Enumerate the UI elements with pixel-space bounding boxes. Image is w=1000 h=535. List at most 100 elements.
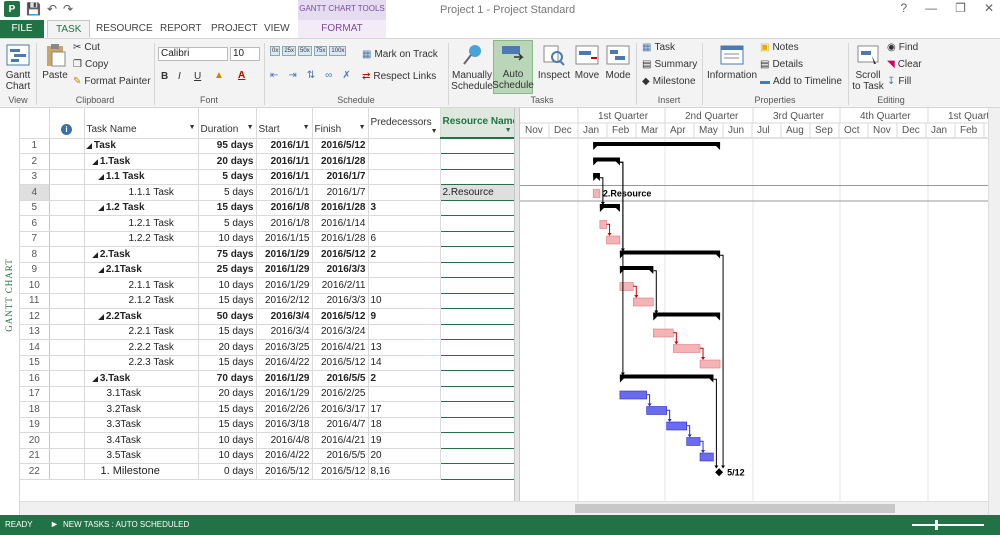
- row-number[interactable]: 12: [20, 308, 50, 325]
- fill-button[interactable]: ↧ Fill: [887, 76, 911, 87]
- duration-cell[interactable]: 10 days: [198, 277, 257, 294]
- task-name-cell[interactable]: 1. Milestone: [84, 463, 199, 480]
- font-name-select[interactable]: Calibri: [158, 47, 228, 61]
- indicator-cell[interactable]: [49, 339, 85, 356]
- table-row[interactable]: 12 ◢ 2.2Task 50 days 2016/3/4 2016/5/12 9: [20, 308, 514, 325]
- table-row[interactable]: 1 ◢ Task 95 days 2016/1/1 2016/5/12: [20, 137, 514, 154]
- insert-task-button[interactable]: ▦ Task: [642, 42, 675, 53]
- start-cell[interactable]: 2016/2/12: [256, 293, 313, 309]
- predecessors-cell[interactable]: 6: [368, 231, 441, 247]
- start-cell[interactable]: 2016/1/1: [256, 138, 313, 154]
- indicator-cell[interactable]: [49, 370, 85, 387]
- select-all-corner[interactable]: [20, 108, 50, 139]
- row-number[interactable]: 6: [20, 215, 50, 232]
- task-name-cell[interactable]: 2.2.3 Task: [84, 355, 199, 371]
- start-cell[interactable]: 2016/1/29: [256, 277, 313, 294]
- indicator-cell[interactable]: [49, 246, 85, 263]
- indicator-cell[interactable]: [49, 138, 85, 154]
- duration-cell[interactable]: 20 days: [198, 386, 257, 402]
- indicator-cell[interactable]: [49, 324, 85, 340]
- indicator-cell[interactable]: [49, 293, 85, 309]
- task-mode-status[interactable]: NEW TASKS : AUTO SCHEDULED: [63, 520, 189, 529]
- tab-task[interactable]: TASK: [47, 20, 91, 38]
- pct-75-button[interactable]: 75x: [313, 46, 328, 56]
- finish-cell[interactable]: 2016/1/28: [312, 153, 369, 170]
- finish-cell[interactable]: 2016/3/3: [312, 293, 369, 309]
- help-button[interactable]: ?: [900, 1, 907, 15]
- indicator-cell[interactable]: [49, 386, 85, 402]
- predecessors-cell[interactable]: 9: [368, 308, 441, 325]
- table-row[interactable]: 21 3.5Task 10 days 2016/4/22 2016/5/5 20: [20, 447, 514, 464]
- table-row[interactable]: 19 3.3Task 15 days 2016/3/18 2016/4/7 18: [20, 416, 514, 433]
- duration-cell[interactable]: 15 days: [198, 293, 257, 309]
- row-number[interactable]: 7: [20, 231, 50, 247]
- undo-icon[interactable]: ↶: [47, 2, 57, 16]
- duration-cell[interactable]: 20 days: [198, 153, 257, 170]
- row-number[interactable]: 16: [20, 370, 50, 387]
- start-cell[interactable]: 2016/1/15: [256, 231, 313, 247]
- gantt-chart-button[interactable]: Gantt Chart: [4, 42, 32, 92]
- duration-cell[interactable]: 15 days: [198, 401, 257, 418]
- cut-button[interactable]: ✂ Cut: [73, 42, 100, 53]
- start-cell[interactable]: 2016/1/8: [256, 215, 313, 232]
- start-cell[interactable]: 2016/2/26: [256, 401, 313, 418]
- collapse-arrow-icon[interactable]: ◢: [93, 159, 100, 166]
- collapse-arrow-icon[interactable]: ◢: [99, 174, 106, 181]
- mark-on-track-button[interactable]: ▦ Mark on Track: [362, 49, 438, 60]
- respect-links-button[interactable]: ⇄ Respect Links: [362, 71, 436, 82]
- tab-report[interactable]: REPORT: [152, 20, 210, 38]
- finish-cell[interactable]: 2016/1/7: [312, 169, 369, 185]
- task-name-cell[interactable]: ◢ 2.2Task: [84, 308, 199, 325]
- indicator-cell[interactable]: [49, 277, 85, 294]
- duration-cell[interactable]: 5 days: [198, 169, 257, 185]
- duration-cell[interactable]: 15 days: [198, 324, 257, 340]
- finish-cell[interactable]: 2016/3/24: [312, 324, 369, 340]
- predecessors-cell[interactable]: 3: [368, 200, 441, 216]
- start-cell[interactable]: 2016/1/8: [256, 200, 313, 216]
- predecessors-cell[interactable]: 2: [368, 370, 441, 387]
- resource-cell[interactable]: [439, 323, 514, 340]
- row-number[interactable]: 19: [20, 417, 50, 433]
- row-number[interactable]: 20: [20, 432, 50, 449]
- task-name-cell[interactable]: 3.4Task: [84, 432, 199, 449]
- redo-icon[interactable]: ↷: [63, 2, 73, 16]
- task-name-cell[interactable]: 3.3Task: [84, 417, 199, 433]
- table-row[interactable]: 4 1.1.1 Task 5 days 2016/1/1 2016/1/7 2.Resou…: [20, 184, 514, 201]
- indicator-cell[interactable]: [49, 308, 85, 325]
- tab-resource[interactable]: RESOURCE: [88, 20, 161, 38]
- finish-cell[interactable]: 2016/1/28: [312, 200, 369, 216]
- collapse-arrow-icon[interactable]: ◢: [99, 205, 106, 212]
- resource-cell[interactable]: [439, 432, 514, 449]
- inspect-button[interactable]: Inspect: [538, 42, 570, 81]
- milestone-button[interactable]: ◆ Milestone: [642, 76, 696, 87]
- indicators-column-header[interactable]: i: [49, 108, 85, 139]
- information-button[interactable]: Information: [707, 42, 757, 81]
- task-name-cell[interactable]: 1.1.1 Task: [84, 184, 199, 201]
- task-name-cell[interactable]: ◢ 2.1Task: [84, 262, 199, 278]
- vertical-scrollbar[interactable]: [988, 108, 1000, 515]
- link-icon[interactable]: ∞: [325, 70, 332, 81]
- pct-100-button[interactable]: 100x: [329, 46, 347, 56]
- finish-cell[interactable]: 2016/5/12: [312, 138, 369, 154]
- move-button[interactable]: Move: [572, 42, 602, 81]
- task-name-cell[interactable]: 2.1.1 Task: [84, 277, 199, 294]
- predecessors-cell[interactable]: 8,16: [368, 463, 441, 480]
- duration-cell[interactable]: 15 days: [198, 200, 257, 216]
- resource-cell[interactable]: [439, 230, 514, 247]
- resource-cell[interactable]: [439, 261, 514, 278]
- duration-cell[interactable]: 10 days: [198, 231, 257, 247]
- collapse-arrow-icon[interactable]: ◢: [99, 267, 106, 274]
- table-row[interactable]: 20 3.4Task 10 days 2016/4/8 2016/4/21 19: [20, 432, 514, 449]
- start-cell[interactable]: 2016/1/1: [256, 184, 313, 201]
- start-cell[interactable]: 2016/4/22: [256, 448, 313, 464]
- collapse-arrow-icon[interactable]: ◢: [87, 143, 94, 150]
- finish-cell[interactable]: 2016/5/12: [312, 463, 369, 480]
- task-name-cell[interactable]: 3.5Task: [84, 448, 199, 464]
- finish-cell[interactable]: 2016/2/11: [312, 277, 369, 294]
- table-row[interactable]: 11 2.1.2 Task 15 days 2016/2/12 2016/3/3 10: [20, 292, 514, 309]
- predecessors-cell[interactable]: [368, 169, 441, 185]
- font-color-icon[interactable]: A: [238, 70, 245, 81]
- start-cell[interactable]: 2016/4/8: [256, 432, 313, 449]
- duration-cell[interactable]: 25 days: [198, 262, 257, 278]
- column-header-duration[interactable]: Duration ▼: [198, 108, 257, 139]
